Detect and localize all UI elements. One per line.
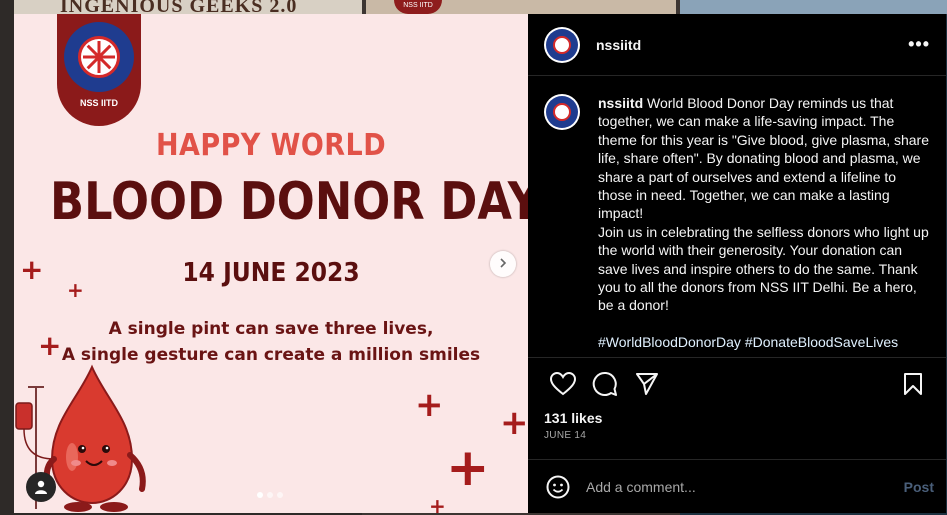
carousel-dot xyxy=(257,492,263,498)
happy-world-heading: HAPPY WORLD xyxy=(155,128,387,163)
nss-wheel-icon xyxy=(64,22,134,92)
save-button[interactable] xyxy=(892,363,934,405)
carousel-indicator xyxy=(257,492,283,498)
post-image[interactable]: NSS IITD HAPPY WORLD BLOOD DONOR DAY 14 … xyxy=(14,14,528,513)
tagged-users-button[interactable] xyxy=(26,472,56,502)
badge-label: NSS IITD xyxy=(79,98,118,108)
post-header: nssiitd ••• xyxy=(528,14,946,76)
bookmark-icon xyxy=(904,373,922,395)
post-date[interactable]: JUNE 14 xyxy=(528,426,946,441)
like-button[interactable] xyxy=(542,363,584,405)
event-date: 14 JUNE 2023 xyxy=(182,258,360,288)
comment-bar: Post xyxy=(528,459,946,513)
likes-count[interactable]: 131 likes xyxy=(528,410,946,426)
blood-donor-day-heading: BLOOD DONOR DAY xyxy=(49,172,528,232)
user-icon xyxy=(35,480,47,494)
plus-icon: + xyxy=(38,329,62,362)
plus-icon: + xyxy=(429,494,446,513)
nss-logo-badge: NSS IITD xyxy=(57,14,141,126)
caption-paragraph-1: World Blood Donor Day reminds us that to… xyxy=(598,95,930,222)
background-badge: NSS IITD xyxy=(394,0,442,14)
comment-button[interactable] xyxy=(584,363,626,405)
comment-input[interactable] xyxy=(586,478,904,495)
post-sidepanel: nssiitd ••• nssiitd World Blood Donor Da… xyxy=(528,14,946,513)
plus-icon: + xyxy=(500,403,528,443)
post-comment-button[interactable]: Post xyxy=(904,479,934,495)
plus-icon: + xyxy=(20,253,44,286)
caption-area: nssiitd World Blood Donor Day reminds us… xyxy=(528,76,946,358)
avatar[interactable] xyxy=(544,26,580,63)
comment-icon xyxy=(592,372,617,396)
heart-icon xyxy=(550,372,576,396)
carousel-dot xyxy=(277,492,283,498)
share-button[interactable] xyxy=(626,363,668,405)
caption-username[interactable]: nssiitd xyxy=(598,95,643,111)
caption-avatar[interactable] xyxy=(544,94,580,130)
post-modal: NSS IITD HAPPY WORLD BLOOD DONOR DAY 14 … xyxy=(14,14,946,513)
action-bar xyxy=(528,358,946,410)
caption-hashtags[interactable]: #WorldBloodDonorDay #DonateBloodSaveLive… xyxy=(598,333,930,351)
caption-text: nssiitd World Blood Donor Day reminds us… xyxy=(598,94,930,357)
header-username[interactable]: nssiitd xyxy=(596,37,641,53)
plus-icon: + xyxy=(446,438,490,498)
carousel-dot xyxy=(267,492,273,498)
next-image-button[interactable] xyxy=(490,251,516,277)
send-icon xyxy=(636,373,658,395)
slogan-line-1: A single pint can save three lives, xyxy=(108,319,434,339)
plus-icon: + xyxy=(415,385,444,425)
caption-paragraph-2: Join us in celebrating the selfless dono… xyxy=(598,223,929,314)
emoji-icon xyxy=(546,475,570,498)
more-options-icon[interactable]: ••• xyxy=(908,34,930,55)
chevron-right-icon xyxy=(500,258,507,268)
emoji-button[interactable] xyxy=(544,473,572,501)
plus-icon: + xyxy=(67,278,84,302)
